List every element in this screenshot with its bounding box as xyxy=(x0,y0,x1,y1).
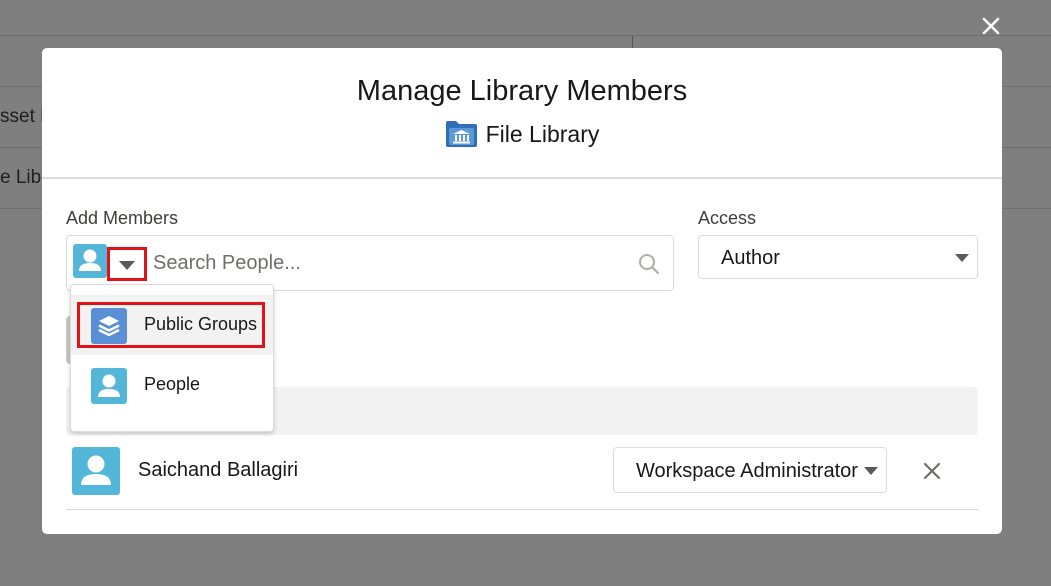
close-icon xyxy=(982,17,1000,35)
member-row: Saichand Ballagiri Workspace Administrat… xyxy=(66,444,978,510)
avatar xyxy=(72,447,120,495)
user-icon xyxy=(79,249,101,271)
remove-member-button[interactable] xyxy=(918,457,946,485)
access-select[interactable]: Author xyxy=(698,235,978,279)
add-members-label: Add Members xyxy=(66,208,179,228)
member-name: Saichand Ballagiri xyxy=(138,459,299,481)
stacked-layers-icon xyxy=(91,308,127,344)
member-role-value: Workspace Administrator xyxy=(636,460,858,482)
member-type-menu: Public Groups People xyxy=(70,284,274,432)
search-people-input[interactable] xyxy=(153,246,623,280)
modal-title: Manage Library Members xyxy=(356,75,688,107)
close-icon xyxy=(923,462,941,480)
access-label: Access xyxy=(698,208,757,228)
chevron-down-icon xyxy=(864,467,878,475)
menu-item-label: People xyxy=(144,374,201,394)
chevron-down-icon xyxy=(955,254,969,262)
close-modal-button[interactable] xyxy=(979,14,1003,38)
menu-item-people[interactable]: People xyxy=(71,355,273,415)
add-members-search-box xyxy=(66,235,674,291)
search-icon[interactable] xyxy=(637,252,661,276)
access-selected-value: Author xyxy=(721,247,780,269)
library-folder-icon xyxy=(445,120,478,148)
menu-item-public-groups[interactable]: Public Groups xyxy=(71,295,273,355)
library-name: File Library xyxy=(485,120,600,147)
modal-subtitle: File Library xyxy=(42,120,1002,148)
member-type-dropdown-toggle[interactable] xyxy=(107,247,147,281)
background-divider xyxy=(0,35,1051,36)
member-role-select[interactable]: Workspace Administrator xyxy=(613,447,887,493)
chevron-down-icon xyxy=(119,261,135,270)
menu-item-label: Public Groups xyxy=(144,314,258,334)
member-type-avatar[interactable] xyxy=(73,244,107,278)
background-row-text: e Lib xyxy=(0,167,42,188)
user-icon xyxy=(81,455,111,485)
modal-header: Manage Library Members File Library xyxy=(42,48,1002,179)
user-icon xyxy=(91,368,127,404)
